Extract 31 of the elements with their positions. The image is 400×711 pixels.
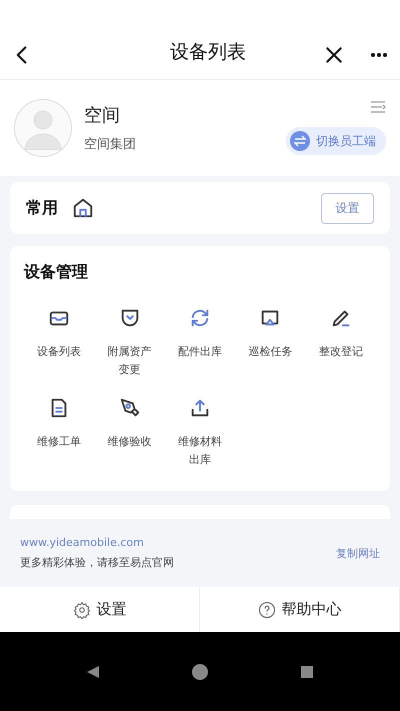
feature-item[interactable]: 附属资产变更 <box>94 307 165 379</box>
menu-button[interactable] <box>370 101 386 113</box>
pen-nib-icon <box>118 397 141 419</box>
feature-item[interactable]: 设备列表 <box>24 307 94 379</box>
feature-item[interactable]: 整改登记 <box>306 307 376 379</box>
user-name: 空间 <box>84 104 121 127</box>
feature-item[interactable]: 巡检任务 <box>235 307 306 379</box>
company-name: 空间集团 <box>84 136 137 153</box>
close-button[interactable] <box>324 45 344 65</box>
system-back-icon[interactable] <box>85 664 101 680</box>
close-icon <box>324 45 344 65</box>
settings-button[interactable]: 设置 <box>321 192 374 224</box>
footer-note: 更多精彩体验，请移至易点官网 <box>20 555 174 570</box>
settings-icon <box>72 600 90 618</box>
switch-role-button[interactable]: 切换员工端 <box>286 127 386 155</box>
help-icon <box>258 600 276 618</box>
section-title: 设备管理 <box>24 262 88 281</box>
more-button[interactable] <box>370 52 388 58</box>
feature-item[interactable]: 维修工单 <box>24 397 94 469</box>
menu-icon <box>370 101 386 113</box>
feature-item[interactable]: 维修验收 <box>94 397 165 469</box>
refresh-icon <box>188 307 211 329</box>
home-icon <box>72 197 94 219</box>
system-recents-icon[interactable] <box>299 664 315 680</box>
swap-icon <box>290 131 310 151</box>
page-title: 设备列表 <box>170 40 246 65</box>
feature-item[interactable]: 维修材料出库 <box>164 397 236 469</box>
more-icon <box>370 52 388 58</box>
section-title: 常用 <box>26 198 58 218</box>
feature-item[interactable]: 配件出库 <box>164 307 236 379</box>
system-home-icon[interactable] <box>191 662 209 680</box>
